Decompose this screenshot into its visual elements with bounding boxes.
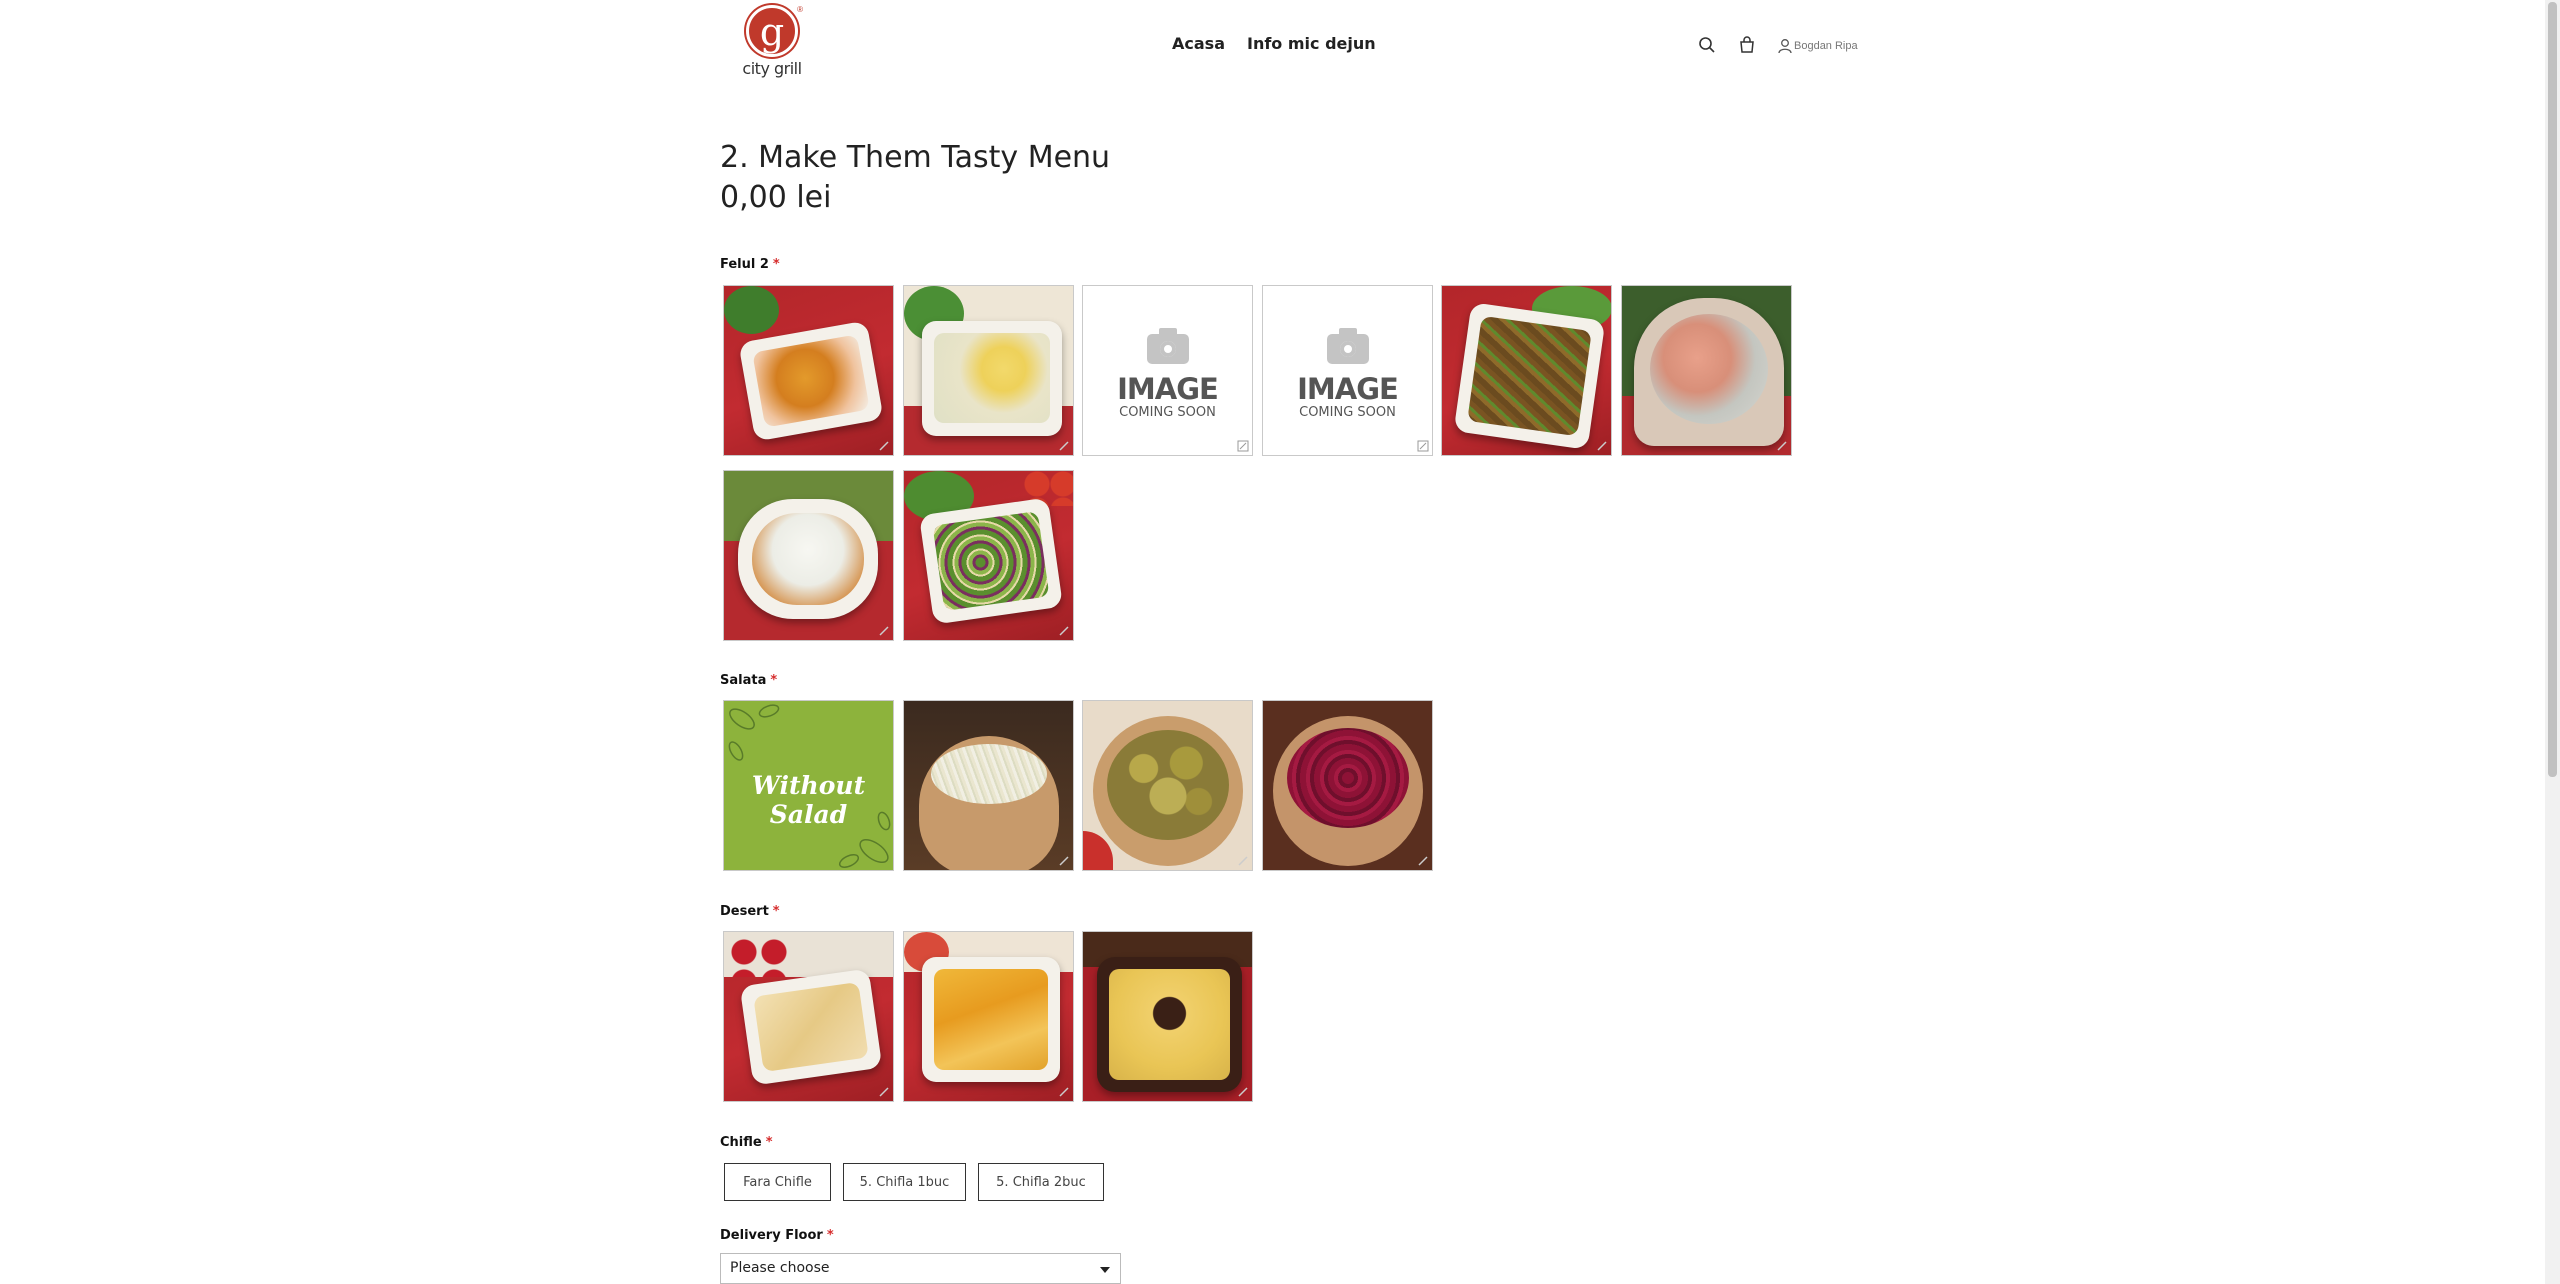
option-salata-pickles[interactable] [1082, 700, 1253, 871]
required-marker: * [772, 257, 780, 272]
option-felul2-7[interactable] [723, 470, 894, 641]
section-label-desert: Desert * [720, 904, 780, 919]
expand-icon [1777, 441, 1787, 451]
camera-icon [1327, 328, 1369, 364]
option-desert-1[interactable] [723, 931, 894, 1102]
section-label-salata: Salata * [720, 673, 778, 688]
expand-icon [1418, 856, 1428, 866]
expand-icon [879, 441, 889, 451]
cart-icon[interactable] [1738, 36, 1758, 56]
logo-badge: g [746, 5, 798, 57]
product-price: 0,00 lei [720, 180, 832, 215]
expand-icon [1597, 441, 1607, 451]
page-scrollbar[interactable] [2545, 0, 2560, 1284]
option-salata-beetroot[interactable] [1262, 700, 1433, 871]
option-felul2-5[interactable] [1441, 285, 1612, 456]
option-desert-2[interactable] [903, 931, 1074, 1102]
expand-icon [879, 626, 889, 636]
section-label-chifle: Chifle * [720, 1135, 773, 1150]
header-actions: Bogdan Ripa [1698, 36, 1858, 56]
nav-link-acasa[interactable]: Acasa [1172, 34, 1225, 53]
expand-icon [879, 1087, 889, 1097]
expand-icon [1059, 441, 1069, 451]
expand-icon [1417, 440, 1429, 452]
option-felul2-3-placeholder[interactable]: IMAGE COMING SOON [1082, 285, 1253, 456]
option-felul2-2[interactable] [903, 285, 1074, 456]
expand-icon [1237, 440, 1249, 452]
expand-icon [1238, 1087, 1248, 1097]
expand-icon [1059, 1087, 1069, 1097]
main-nav: Acasa Info mic dejun [1172, 34, 1376, 53]
expand-icon [1059, 626, 1069, 636]
required-marker: * [772, 904, 780, 919]
option-felul2-4-placeholder[interactable]: IMAGE COMING SOON [1262, 285, 1433, 456]
expand-icon [1059, 856, 1069, 866]
chevron-down-icon [1100, 1267, 1110, 1273]
scrollbar-thumb[interactable] [2548, 2, 2557, 777]
required-marker: * [770, 673, 778, 688]
option-felul2-8[interactable] [903, 470, 1074, 641]
logo-registered-mark: ® [797, 5, 803, 14]
user-icon [1778, 39, 1792, 54]
required-marker: * [826, 1228, 834, 1243]
section-label-felul2: Felul 2 * [720, 257, 780, 272]
chifle-option-fara[interactable]: Fara Chifle [724, 1163, 831, 1201]
chifle-option-1buc[interactable]: 5. Chifla 1buc [843, 1163, 966, 1201]
expand-icon [1238, 856, 1248, 866]
camera-icon [1147, 328, 1189, 364]
search-icon[interactable] [1698, 36, 1718, 56]
option-desert-3[interactable] [1082, 931, 1253, 1102]
without-salad-text: Without Salad [751, 771, 866, 829]
option-felul2-1[interactable] [723, 285, 894, 456]
logo-text: city grill [742, 59, 802, 78]
option-salata-cabbage[interactable] [903, 700, 1074, 871]
product-title: 2. Make Them Tasty Menu [720, 140, 1111, 175]
option-salata-without[interactable]: Without Salad [723, 700, 894, 871]
option-felul2-6[interactable] [1621, 285, 1792, 456]
section-label-delivery-floor: Delivery Floor * [720, 1228, 834, 1243]
user-account-link[interactable]: Bogdan Ripa [1778, 38, 1858, 54]
city-grill-logo[interactable]: g ® city grill [737, 5, 807, 78]
user-name: Bogdan Ripa [1794, 40, 1858, 52]
chifle-option-2buc[interactable]: 5. Chifla 2buc [978, 1163, 1104, 1201]
required-marker: * [765, 1135, 773, 1150]
site-header: g ® city grill Acasa Info mic dejun Bogd… [0, 0, 2545, 85]
delivery-floor-select-value: Please choose [730, 1260, 830, 1276]
nav-link-info-mic-dejun[interactable]: Info mic dejun [1247, 34, 1376, 53]
delivery-floor-select[interactable]: Please choose [720, 1253, 1121, 1284]
